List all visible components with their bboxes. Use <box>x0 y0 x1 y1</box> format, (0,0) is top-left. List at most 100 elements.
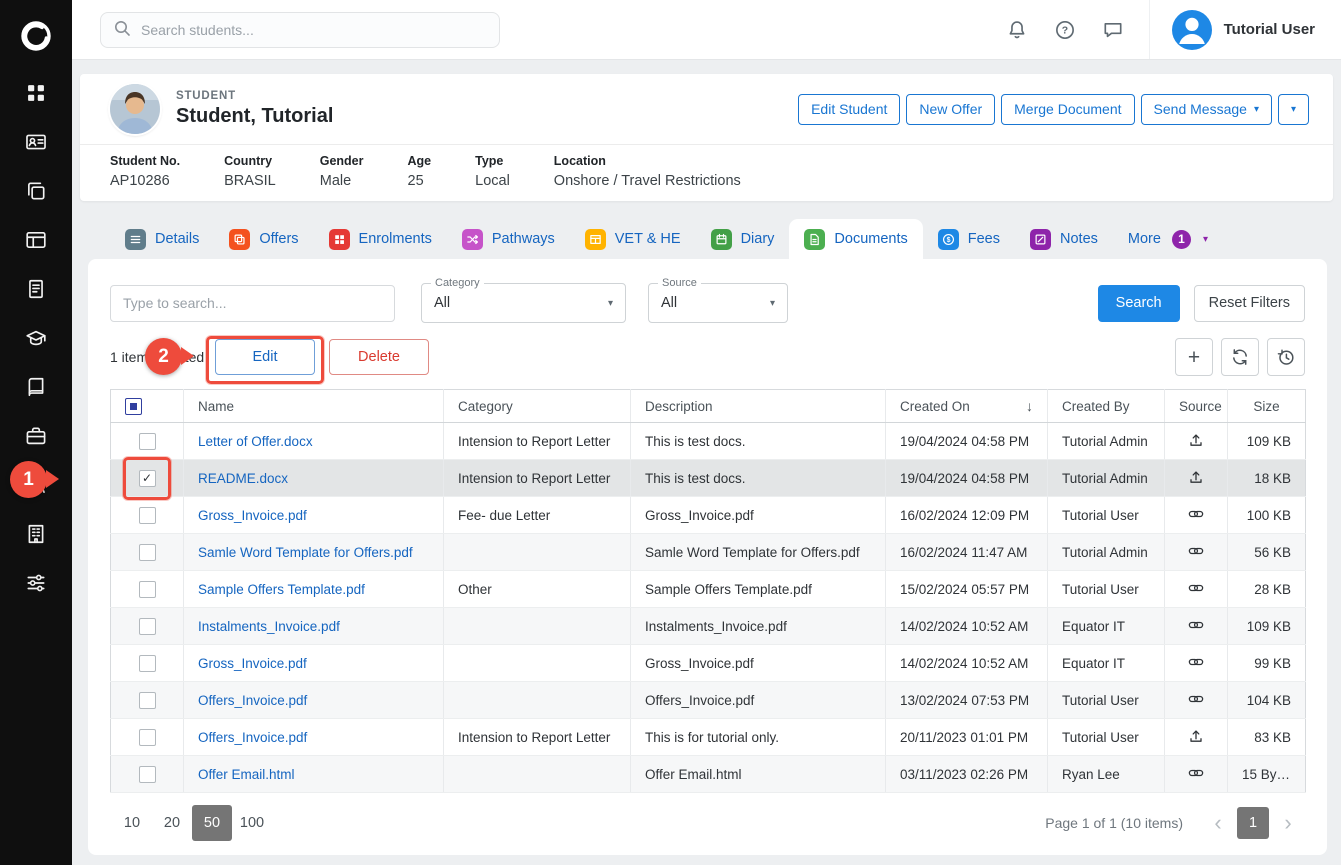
page-size-10[interactable]: 10 <box>112 805 152 841</box>
document-link[interactable]: Letter of Offer.docx <box>198 434 313 449</box>
row-checkbox[interactable] <box>139 766 156 783</box>
page-size-20[interactable]: 20 <box>152 805 192 841</box>
document-link[interactable]: Instalments_Invoice.pdf <box>198 619 340 634</box>
source-cell <box>1165 571 1228 608</box>
tab-enrolments[interactable]: Enrolments <box>314 219 447 259</box>
tab-offers[interactable]: Offers <box>214 219 313 259</box>
sidebar-icon-people[interactable] <box>25 474 47 496</box>
row-checkbox[interactable] <box>139 470 156 487</box>
tab-vet-he[interactable]: VET & HE <box>570 219 696 259</box>
sidebar-icon-id-card[interactable] <box>25 131 47 153</box>
next-page-button[interactable]: › <box>1273 806 1303 840</box>
history-button[interactable] <box>1267 338 1305 376</box>
tab-notes[interactable]: Notes <box>1015 219 1113 259</box>
merge-document-button[interactable]: Merge Document <box>1001 94 1134 125</box>
select-all-checkbox[interactable] <box>125 398 142 415</box>
column-header-source[interactable]: Source <box>1165 390 1228 423</box>
sidebar-icon-copy[interactable] <box>25 180 47 202</box>
column-header-created-on[interactable]: Created On↓ <box>886 390 1048 423</box>
new-offer-button[interactable]: New Offer <box>906 94 995 125</box>
page-size-100[interactable]: 100 <box>232 805 272 841</box>
document-link[interactable]: Gross_Invoice.pdf <box>198 508 307 523</box>
row-checkbox[interactable] <box>139 618 156 635</box>
sidebar-icon-briefcase[interactable] <box>25 425 47 447</box>
sidebar-icon-building[interactable] <box>25 523 47 545</box>
tab-details[interactable]: Details <box>110 219 214 259</box>
document-link[interactable]: Samle Word Template for Offers.pdf <box>198 545 413 560</box>
document-link[interactable]: Offers_Invoice.pdf <box>198 693 307 708</box>
tab-pathways[interactable]: Pathways <box>447 219 570 259</box>
document-link[interactable]: Sample Offers Template.pdf <box>198 582 365 597</box>
source-cell <box>1165 645 1228 682</box>
category-cell: Fee- due Letter <box>444 497 631 534</box>
select-all-checkbox-cell[interactable] <box>111 390 184 423</box>
row-checkbox[interactable] <box>139 581 156 598</box>
info-label: Type <box>475 154 510 168</box>
row-checkbox[interactable] <box>139 692 156 709</box>
tab-fees[interactable]: $Fees <box>923 219 1015 259</box>
row-checkbox-cell[interactable] <box>111 423 184 460</box>
search-button[interactable]: Search <box>1098 285 1180 322</box>
document-link[interactable]: Offers_Invoice.pdf <box>198 730 307 745</box>
row-checkbox-cell[interactable] <box>111 682 184 719</box>
document-link[interactable]: README.docx <box>198 471 288 486</box>
tab-more[interactable]: More1▾ <box>1113 219 1223 259</box>
sidebar-icon-window[interactable] <box>25 229 47 251</box>
global-search[interactable] <box>100 12 500 48</box>
sidebar-icon-sliders[interactable] <box>25 572 47 594</box>
page-size-50[interactable]: 50 <box>192 805 232 841</box>
global-search-input[interactable] <box>141 22 487 38</box>
column-header-category[interactable]: Category <box>444 390 631 423</box>
tab-documents[interactable]: Documents <box>789 219 922 259</box>
sidebar-icon-book[interactable] <box>25 376 47 398</box>
help-icon[interactable]: ? <box>1053 18 1077 42</box>
created-by-cell: Tutorial Admin <box>1048 423 1165 460</box>
source-select[interactable]: Source All ▾ <box>648 283 788 323</box>
row-checkbox-cell[interactable] <box>111 645 184 682</box>
column-header-size[interactable]: Size <box>1228 390 1306 423</box>
chat-icon[interactable] <box>1101 18 1125 42</box>
row-checkbox-cell[interactable] <box>111 534 184 571</box>
table-row: Offers_Invoice.pdfIntension to Report Le… <box>111 719 1306 756</box>
row-checkbox-cell[interactable] <box>111 497 184 534</box>
row-checkbox-cell[interactable] <box>111 756 184 793</box>
add-document-button[interactable]: + <box>1175 338 1213 376</box>
row-checkbox[interactable] <box>139 655 156 672</box>
tab-label: Diary <box>741 231 775 247</box>
row-checkbox[interactable] <box>139 433 156 450</box>
row-checkbox-cell[interactable] <box>111 571 184 608</box>
sidebar-icon-graduation-cap[interactable] <box>25 327 47 349</box>
refresh-button[interactable] <box>1221 338 1259 376</box>
document-link[interactable]: Gross_Invoice.pdf <box>198 656 307 671</box>
user-menu[interactable]: Tutorial User <box>1149 0 1341 59</box>
row-checkbox-cell[interactable] <box>111 460 184 497</box>
delete-button[interactable]: Delete <box>329 339 429 375</box>
column-header-created-by[interactable]: Created By <box>1048 390 1165 423</box>
sidebar-nav <box>25 72 47 594</box>
more-actions-button[interactable]: ▾ <box>1278 94 1309 125</box>
sidebar-icon-grid[interactable] <box>25 82 47 104</box>
column-header-description[interactable]: Description <box>631 390 886 423</box>
current-page-button[interactable]: 1 <box>1237 807 1269 839</box>
student-tabs: DetailsOffersEnrolmentsPathwaysVET & HE D… <box>72 201 1341 259</box>
column-header-name[interactable]: Name <box>184 390 444 423</box>
row-checkbox[interactable] <box>139 544 156 561</box>
category-select[interactable]: Category All ▾ <box>421 283 626 323</box>
app-logo[interactable] <box>0 0 72 72</box>
row-checkbox-cell[interactable] <box>111 719 184 756</box>
row-checkbox[interactable] <box>139 729 156 746</box>
row-checkbox-cell[interactable] <box>111 608 184 645</box>
sidebar-icon-receipt[interactable] <box>25 278 47 300</box>
notifications-bell-icon[interactable] <box>1005 18 1029 42</box>
reset-filters-button[interactable]: Reset Filters <box>1194 285 1305 322</box>
row-checkbox[interactable] <box>139 507 156 524</box>
edit-button[interactable]: Edit <box>215 339 315 375</box>
documents-search-input[interactable] <box>110 285 395 322</box>
tab-diary[interactable]: Diary <box>696 219 790 259</box>
prev-page-button[interactable]: ‹ <box>1203 806 1233 840</box>
info-label: Gender <box>320 154 364 168</box>
link-icon <box>1188 510 1204 525</box>
edit-student-button[interactable]: Edit Student <box>798 94 900 125</box>
document-link[interactable]: Offer Email.html <box>198 767 295 782</box>
send-message-button[interactable]: Send Message▾ <box>1141 94 1272 125</box>
